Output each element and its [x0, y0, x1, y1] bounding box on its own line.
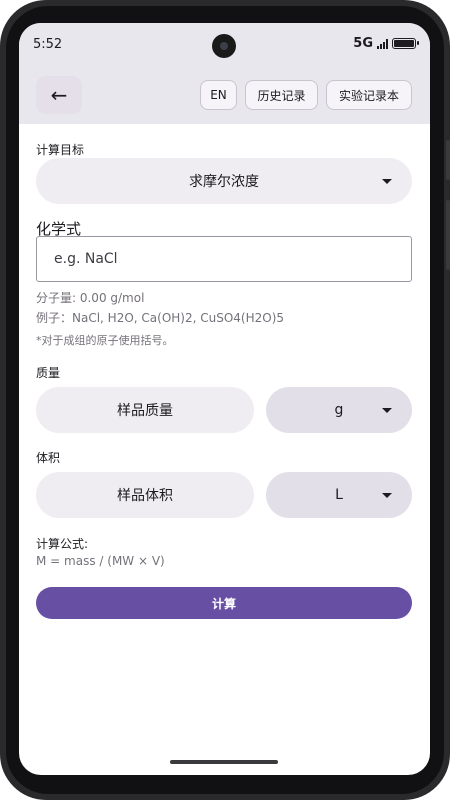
language-button[interactable]: EN — [200, 80, 237, 110]
status-indicators: 5G — [353, 36, 419, 51]
dropdown-arrow-icon — [382, 408, 392, 413]
screen: 5:52 5G ← EN 历史记录 实验记录本 计算目标 求摩尔浓度 化学式 e… — [19, 23, 430, 775]
mass-label: 质量 — [36, 366, 61, 380]
network-label: 5G — [353, 36, 373, 51]
back-button[interactable]: ← — [36, 76, 82, 114]
status-time: 5:52 — [33, 37, 63, 52]
formula-example-text: 例子：NaCl, H2O, Ca(OH)2, CuSO4(H2O)5 — [36, 311, 285, 325]
volume-label: 体积 — [36, 451, 61, 465]
volume-input[interactable]: 样品体积 — [36, 472, 254, 518]
formula-note-text: *对于成组的原子使用括号。 — [36, 334, 174, 347]
volume-placeholder: 样品体积 — [117, 488, 173, 504]
calc-formula-expression: M = mass / (MW × V) — [36, 554, 165, 568]
back-arrow-icon: ← — [50, 83, 68, 107]
mass-placeholder: 样品质量 — [117, 403, 173, 419]
home-indicator[interactable] — [170, 760, 278, 764]
camera-cutout — [212, 34, 236, 58]
dropdown-arrow-icon — [382, 179, 392, 184]
mass-input[interactable]: 样品质量 — [36, 387, 254, 433]
volume-unit-dropdown[interactable]: L — [266, 472, 412, 518]
volume-up-button — [446, 140, 450, 180]
formula-placeholder: e.g. NaCl — [54, 251, 118, 267]
molar-mass-text: 分子量: 0.00 g/mol — [36, 291, 145, 305]
lab-notebook-button[interactable]: 实验记录本 — [326, 80, 412, 110]
calculate-button[interactable]: 计算 — [36, 587, 412, 619]
target-dropdown[interactable]: 求摩尔浓度 — [36, 158, 412, 204]
app-bar: ← EN 历史记录 实验记录本 — [19, 65, 430, 124]
formula-input[interactable]: e.g. NaCl — [36, 236, 412, 282]
target-label: 计算目标 — [36, 143, 85, 157]
target-selected: 求摩尔浓度 — [189, 174, 259, 190]
status-bar: 5:52 5G — [19, 23, 430, 65]
history-button[interactable]: 历史记录 — [245, 80, 318, 110]
mass-unit-value: g — [334, 402, 344, 418]
calc-formula-label: 计算公式: — [36, 537, 89, 551]
mass-unit-dropdown[interactable]: g — [266, 387, 412, 433]
power-button — [446, 200, 450, 270]
battery-icon — [392, 38, 419, 49]
phone-frame: 5:52 5G ← EN 历史记录 实验记录本 计算目标 求摩尔浓度 化学式 e… — [0, 0, 450, 800]
volume-unit-value: L — [335, 487, 343, 503]
dropdown-arrow-icon — [382, 493, 392, 498]
signal-icon — [377, 38, 388, 49]
